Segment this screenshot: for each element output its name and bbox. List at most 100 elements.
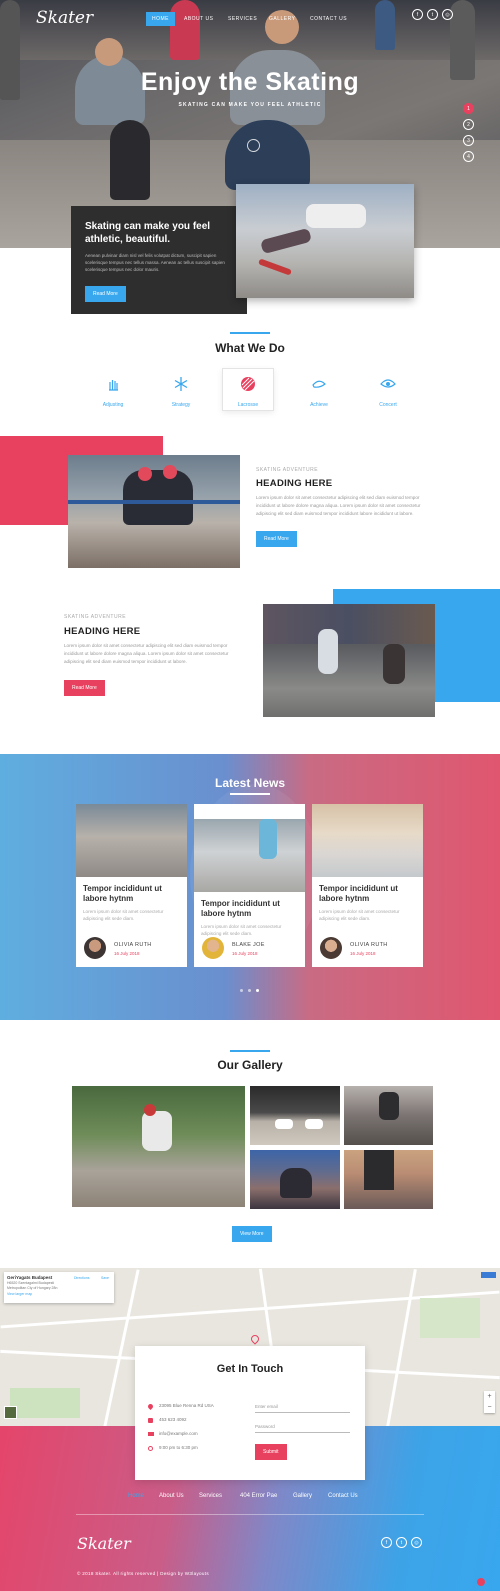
slide-dot[interactable]: 4 bbox=[463, 151, 474, 162]
news-card[interactable]: Tempor incididunt ut labore hytnm Lorem … bbox=[194, 804, 305, 967]
skate-icon bbox=[312, 380, 326, 388]
gallery-image[interactable] bbox=[72, 1086, 245, 1207]
feature2-heading: HEADING HERE bbox=[64, 626, 141, 637]
news-card-author: OLIVIA RUTH bbox=[114, 942, 152, 948]
phone-icon bbox=[148, 1418, 153, 1423]
ball-icon bbox=[241, 377, 255, 391]
footer-nav-404[interactable]: 404 Error Pae bbox=[240, 1493, 277, 1499]
nav-home[interactable]: Home bbox=[146, 12, 175, 26]
footer-nav-gallery[interactable]: Gallery bbox=[293, 1493, 312, 1499]
footer-nav-about[interactable]: About Us bbox=[159, 1493, 184, 1499]
news-title: Latest News bbox=[214, 776, 286, 790]
contact-email[interactable]: info@example.com bbox=[159, 1431, 198, 1436]
nav-about[interactable]: About Us bbox=[178, 12, 219, 26]
service-adjusting[interactable]: Adjusting bbox=[91, 376, 135, 408]
contact-title: Get In Touch bbox=[216, 1363, 284, 1375]
slide-dot[interactable]: 2 bbox=[463, 119, 474, 130]
scroll-top-icon[interactable] bbox=[477, 1578, 485, 1586]
service-label: Adjusting bbox=[102, 402, 124, 408]
map-place-card: GeriYagats Budapest H6520 Szentagalmi Bu… bbox=[4, 1272, 114, 1303]
submit-button[interactable]: Submit bbox=[255, 1444, 287, 1460]
logo[interactable]: Skater bbox=[36, 8, 93, 28]
avatar bbox=[320, 937, 342, 959]
news-card-image bbox=[76, 804, 187, 877]
news-card-title: Tempor incididunt ut labore hytnm bbox=[319, 884, 398, 903]
map-expand-icon[interactable] bbox=[481, 1272, 496, 1278]
map-directions-link[interactable]: Directions bbox=[74, 1276, 90, 1280]
footer-nav-home[interactable]: Home bbox=[128, 1493, 144, 1499]
feature1-heading: HEADING HERE bbox=[256, 478, 333, 489]
gallery-image[interactable] bbox=[250, 1150, 340, 1209]
news-card-date: 16 July 2018 bbox=[350, 951, 376, 956]
slide-dot[interactable]: 3 bbox=[463, 135, 474, 146]
news-card-author: BLAKE JOE bbox=[232, 942, 265, 948]
feature1-read-more-button[interactable]: Read More bbox=[256, 531, 297, 547]
location-icon bbox=[146, 1402, 155, 1411]
map-save-link[interactable]: Save bbox=[101, 1276, 109, 1280]
section-divider bbox=[230, 793, 270, 795]
play-icon[interactable] bbox=[247, 139, 260, 152]
feature1-eyebrow: SKATING ADVENTURE bbox=[256, 467, 319, 473]
news-card-text: Lorem ipsum dolor sit amet consectetur a… bbox=[319, 909, 400, 921]
feature2-read-more-button[interactable]: Read More bbox=[64, 680, 105, 696]
service-achieve[interactable]: Achieve bbox=[297, 376, 341, 408]
footer-nav-contact[interactable]: Contact Us bbox=[328, 1493, 358, 1499]
service-lacrosse[interactable]: Lacrosse bbox=[226, 376, 270, 408]
slide-dot[interactable]: 1 bbox=[463, 103, 474, 114]
nav-gallery[interactable]: Gallery bbox=[263, 12, 301, 26]
gallery-title: Our Gallery bbox=[217, 1058, 283, 1072]
section-divider bbox=[230, 332, 270, 334]
service-label: Achieve bbox=[310, 402, 328, 408]
street-skate-photo bbox=[263, 604, 435, 717]
feature2-text: Lorem ipsum dolor sit amet consectetur a… bbox=[64, 643, 229, 664]
news-card-text: Lorem ipsum dolor sit amet consectetur a… bbox=[83, 909, 164, 921]
map-larger-link[interactable]: View larger map bbox=[7, 1292, 111, 1296]
hero-title: Enjoy the Skating bbox=[140, 68, 360, 96]
footer-nav-services[interactable]: Services bbox=[199, 1493, 222, 1499]
nav-contact[interactable]: Contact Us bbox=[304, 12, 353, 26]
email-field[interactable]: Enter email bbox=[255, 1404, 350, 1413]
hero-card-text: Aenean pulvinar diam nisl vel felis volu… bbox=[85, 253, 225, 272]
map-place-address: H6520 Szentagalmi Budapesti Metropolitan… bbox=[7, 1281, 58, 1290]
contact-card: Get In Touch 23095 Blue Renna Rd USA 453… bbox=[135, 1346, 365, 1480]
gallery-view-more-button[interactable]: View More bbox=[232, 1226, 272, 1242]
gallery-image[interactable] bbox=[344, 1086, 433, 1145]
carousel-dot[interactable] bbox=[256, 989, 259, 992]
twitter-icon[interactable]: t bbox=[427, 9, 438, 20]
gallery-image[interactable] bbox=[250, 1086, 340, 1145]
news-card[interactable]: Tempor incididunt ut labore hytnm Lorem … bbox=[312, 804, 423, 967]
map-zoom-controls[interactable]: + − bbox=[484, 1391, 495, 1413]
hero-read-more-button[interactable]: Read More bbox=[85, 286, 126, 302]
map-satellite-toggle[interactable] bbox=[4, 1406, 17, 1419]
carousel-dot[interactable] bbox=[240, 989, 243, 992]
nav-services[interactable]: Services bbox=[222, 12, 263, 26]
news-card-title: Tempor incididunt ut labore hytnm bbox=[83, 884, 162, 903]
twitter-icon[interactable]: t bbox=[396, 1537, 407, 1548]
eye-icon bbox=[380, 379, 396, 388]
hero-card-title: Skating can make you feel athletic, beau… bbox=[85, 221, 211, 245]
avatar bbox=[202, 937, 224, 959]
skatepark-photo bbox=[236, 184, 414, 298]
service-concert[interactable]: Concert bbox=[366, 376, 410, 408]
service-label: Strategy bbox=[171, 402, 191, 408]
dribbble-icon[interactable]: ◎ bbox=[411, 1537, 422, 1548]
news-card-date: 16 July 2018 bbox=[232, 951, 258, 956]
hero-card: Skating can make you feel athletic, beau… bbox=[71, 206, 247, 314]
hero-subtitle: SKATING CAN MAKE YOU FEEL ATHLETIC bbox=[178, 102, 322, 108]
mail-icon bbox=[148, 1432, 154, 1436]
footer-logo[interactable]: Skater bbox=[77, 1534, 131, 1553]
service-label: Concert bbox=[379, 402, 397, 408]
carousel-dot[interactable] bbox=[248, 989, 251, 992]
facebook-icon[interactable]: f bbox=[381, 1537, 392, 1548]
dribbble-icon[interactable]: ◎ bbox=[442, 9, 453, 20]
facebook-icon[interactable]: f bbox=[412, 9, 423, 20]
news-card-text: Lorem ipsum dolor sit amet consectetur a… bbox=[201, 924, 282, 936]
news-card-image bbox=[312, 804, 423, 877]
clock-icon bbox=[148, 1446, 153, 1451]
contact-address: 23095 Blue Renna Rd USA bbox=[159, 1403, 214, 1408]
password-field[interactable]: Password bbox=[255, 1424, 350, 1433]
service-strategy[interactable]: Strategy bbox=[159, 376, 203, 408]
news-card-title: Tempor incididunt ut labore hytnm bbox=[201, 899, 280, 918]
news-card[interactable]: Tempor incididunt ut labore hytnm Lorem … bbox=[76, 804, 187, 967]
gallery-image[interactable] bbox=[344, 1150, 433, 1209]
